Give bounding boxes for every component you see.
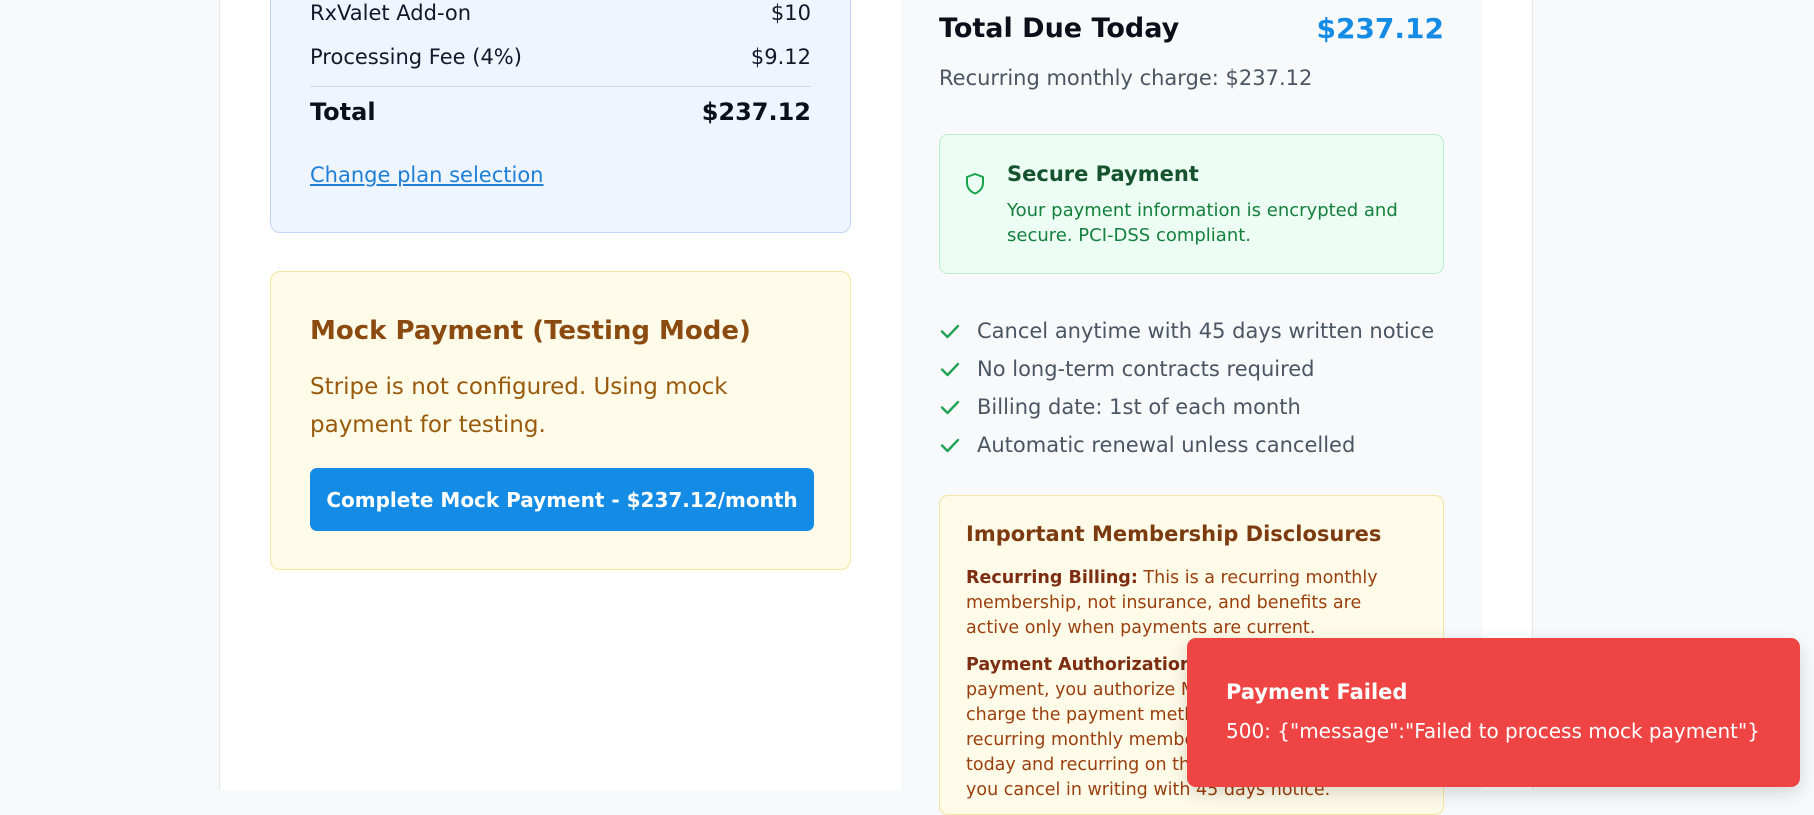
- addon-label: RxValet Add-on: [310, 1, 472, 25]
- mock-payment-description: Stripe is not configured. Using mock pay…: [310, 374, 728, 438]
- benefit-text: Billing date: 1st of each month: [977, 395, 1301, 419]
- recurring-charge-text: Recurring monthly charge: $237.12: [939, 66, 1313, 90]
- check-icon: [940, 362, 960, 377]
- recurring-billing-disclosure: Recurring Billing: This is a recurring m…: [966, 566, 1416, 641]
- total-due-row: Total Due Today $237.12: [939, 12, 1444, 45]
- processing-fee-amount: $9.12: [750, 45, 811, 69]
- check-icon: [940, 438, 960, 453]
- check-icon: [940, 324, 960, 339]
- benefits-list: Cancel anytime with 45 days written noti…: [939, 312, 1434, 464]
- recurring-billing-label: Recurring Billing:: [966, 568, 1138, 588]
- addon-amount: $10: [770, 1, 811, 25]
- total-amount: $237.12: [701, 98, 811, 126]
- secure-payment-title: Secure Payment: [1007, 162, 1199, 186]
- benefit-text: No long-term contracts required: [977, 357, 1315, 381]
- processing-fee-label: Processing Fee (4%): [310, 45, 522, 69]
- shield-icon: [966, 173, 984, 195]
- secure-payment-box: Secure Payment Your payment information …: [939, 134, 1444, 274]
- complete-mock-payment-button[interactable]: Complete Mock Payment - $237.12/month: [310, 468, 814, 531]
- benefit-text: Automatic renewal unless cancelled: [977, 433, 1356, 457]
- benefit-item: Automatic renewal unless cancelled: [939, 426, 1434, 464]
- processing-fee-row: Processing Fee (4%) $9.12: [310, 45, 811, 69]
- total-due-label: Total Due Today: [939, 13, 1180, 44]
- benefit-item: Billing date: 1st of each month: [939, 388, 1434, 426]
- payment-authorization-label: Payment Authorization:: [966, 655, 1200, 675]
- change-plan-link[interactable]: Change plan selection: [310, 163, 543, 187]
- payment-failed-toast[interactable]: Payment Failed 500: {"message":"Failed t…: [1187, 638, 1800, 787]
- disclosures-title: Important Membership Disclosures: [966, 522, 1382, 546]
- total-row: Total $237.12: [310, 98, 811, 126]
- addon-row: RxValet Add-on $10: [310, 1, 811, 25]
- mock-payment-box: Mock Payment (Testing Mode) Stripe is no…: [270, 271, 851, 570]
- benefit-item: Cancel anytime with 45 days written noti…: [939, 312, 1434, 350]
- secure-payment-description: Your payment information is encrypted an…: [1007, 200, 1398, 246]
- summary-divider: [310, 86, 811, 87]
- mock-payment-title: Mock Payment (Testing Mode): [310, 316, 751, 346]
- total-label: Total: [310, 98, 376, 126]
- toast-message: 500: {"message":"Failed to process mock …: [1226, 719, 1760, 743]
- toast-title: Payment Failed: [1226, 680, 1408, 704]
- benefit-text: Cancel anytime with 45 days written noti…: [977, 319, 1435, 343]
- benefit-item: No long-term contracts required: [939, 350, 1434, 388]
- total-due-amount: $237.12: [1316, 12, 1444, 45]
- order-summary-box: RxValet Add-on $10 Processing Fee (4%) $…: [270, 0, 851, 233]
- check-icon: [940, 400, 960, 415]
